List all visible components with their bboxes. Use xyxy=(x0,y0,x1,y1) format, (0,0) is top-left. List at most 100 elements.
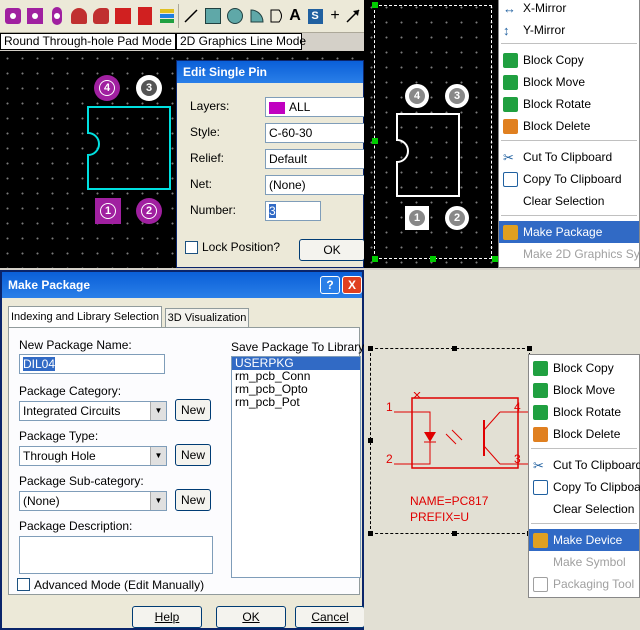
lock-label: Lock Position? xyxy=(202,240,281,254)
menu-item-block-move[interactable]: Block Move xyxy=(499,71,639,93)
scissors-icon: ✂ xyxy=(503,150,514,165)
context-menu-top: ↔ X-Mirror ↕ Y-Mirror Block Copy Block Mov… xyxy=(498,0,640,268)
number-field[interactable]: 3 xyxy=(265,201,321,221)
copy-icon xyxy=(533,480,548,495)
menu-item-block-move[interactable]: Block Move xyxy=(529,379,639,401)
square-smd-icon[interactable] xyxy=(112,5,134,27)
new-category-button[interactable]: New xyxy=(175,399,211,421)
make-package-dialog: Make Package ? X Indexing and Library Se… xyxy=(0,270,368,630)
menu-item-clear-selection[interactable]: Clear Selection xyxy=(499,190,639,212)
ok-button[interactable]: OK xyxy=(299,239,365,261)
package-description-field[interactable] xyxy=(19,536,213,574)
pad-2[interactable]: 2 xyxy=(445,206,469,230)
cancel-button[interactable]: Cancel xyxy=(295,606,365,628)
handle xyxy=(372,2,378,8)
package-outline xyxy=(396,113,460,197)
ok-button[interactable]: OK xyxy=(216,606,286,628)
pad-3[interactable]: 3 xyxy=(136,75,162,101)
help-title-button[interactable]: ? xyxy=(320,276,340,294)
handle xyxy=(452,531,457,536)
tab-indexing[interactable]: Indexing and Library Selection xyxy=(8,306,162,328)
pad-1[interactable]: 1 xyxy=(405,206,429,230)
block-rotate-icon xyxy=(533,405,548,420)
menu-item-block-copy[interactable]: Block Copy xyxy=(499,49,639,71)
circle-icon[interactable] xyxy=(224,5,246,27)
line-icon[interactable] xyxy=(180,5,202,27)
tab-panel: New Package Name: DIL04 Package Category… xyxy=(8,327,368,595)
menu-item-copy[interactable]: Copy To Clipboard xyxy=(529,476,640,498)
make-device-icon xyxy=(533,533,548,548)
menu-item-copy[interactable]: Copy To Clipboard xyxy=(499,168,639,190)
canvas-right[interactable]: 4 3 1 2 xyxy=(364,0,500,268)
pad-2[interactable]: 2 xyxy=(136,198,162,224)
close-button[interactable]: X xyxy=(342,276,362,294)
edit-pin-title: Edit Single Pin xyxy=(177,61,363,83)
smd-pad-icon[interactable] xyxy=(90,5,112,27)
tab-3d-visualization[interactable]: 3D Visualization xyxy=(165,308,249,328)
net-field[interactable]: (None) xyxy=(265,175,365,195)
menu-item-block-rotate[interactable]: Block Rotate xyxy=(499,93,639,115)
advanced-mode-checkbox[interactable] xyxy=(17,578,30,591)
menu-item-make-symbol[interactable]: Make Symbol xyxy=(529,551,639,573)
lock-checkbox[interactable] xyxy=(185,241,198,254)
handle xyxy=(368,531,373,536)
symbol-icon[interactable]: S xyxy=(304,5,326,27)
new-type-button[interactable]: New xyxy=(175,444,211,466)
pin2-label: 2 xyxy=(386,452,393,466)
package-subcategory-select[interactable]: (None) ▼ xyxy=(19,491,167,511)
text-icon[interactable]: A xyxy=(284,5,306,27)
box-icon[interactable] xyxy=(202,5,224,27)
pad-3[interactable]: 3 xyxy=(445,84,469,108)
context-menu-bottom: Block Copy Block Move Block Rotate Block… xyxy=(528,354,640,598)
status-mode: Round Through-hole Pad Mode xyxy=(0,33,176,50)
block-copy-icon xyxy=(503,53,518,68)
menu-item-block-delete[interactable]: Block Delete xyxy=(499,115,639,137)
handle xyxy=(368,438,373,443)
menu-item-clear-selection[interactable]: Clear Selection xyxy=(529,498,639,520)
menu-item-block-copy[interactable]: Block Copy xyxy=(529,357,639,379)
pin1-label: 1 xyxy=(386,400,393,414)
dil-pad-icon[interactable] xyxy=(68,5,90,27)
package-category-label: Package Category: xyxy=(19,384,122,398)
block-delete-icon xyxy=(503,119,518,134)
menu-item-cut[interactable]: ✂ Cut To Clipboard xyxy=(499,146,639,168)
pad-4[interactable]: 4 xyxy=(94,75,120,101)
pad-4[interactable]: 4 xyxy=(405,84,429,108)
style-field[interactable]: C-60-30 xyxy=(265,123,365,143)
stack-icon[interactable] xyxy=(156,5,178,27)
packaging-tool-icon xyxy=(533,577,548,592)
layer-color-swatch xyxy=(269,101,285,114)
copy-icon xyxy=(503,172,518,187)
menu-item-cut[interactable]: ✂ Cut To Clipboard xyxy=(529,454,640,476)
pin3-label: 3 xyxy=(514,452,521,466)
square-pad-icon[interactable] xyxy=(24,5,46,27)
new-subcategory-button[interactable]: New xyxy=(175,489,211,511)
pad-1[interactable]: 1 xyxy=(95,198,121,224)
style-label: Style: xyxy=(190,125,221,139)
menu-item-make-package[interactable]: Make Package xyxy=(499,221,639,243)
handle xyxy=(430,256,436,262)
menu-item-y-mirror[interactable]: ↕ Y-Mirror xyxy=(499,19,639,41)
round-pad-icon[interactable] xyxy=(2,5,24,27)
package-category-select[interactable]: Integrated Circuits ▼ xyxy=(19,401,167,421)
arrow-icon[interactable] xyxy=(342,5,364,27)
layers-field[interactable]: ALL xyxy=(265,97,365,117)
y-mirror-icon: ↕ xyxy=(503,23,510,38)
menu-item-x-mirror[interactable]: ↔ X-Mirror xyxy=(499,0,639,19)
menu-item-packaging-tool[interactable]: Packaging Tool xyxy=(529,573,639,595)
rect-pad-icon[interactable] xyxy=(134,5,156,27)
menu-item-block-rotate[interactable]: Block Rotate xyxy=(529,401,639,423)
oval-pad-icon[interactable] xyxy=(46,5,68,27)
library-item[interactable]: rm_pcb_Pot xyxy=(232,396,360,409)
relief-field[interactable]: Default xyxy=(265,149,365,169)
menu-item-make-2d-graphics[interactable]: Make 2D Graphics Sym xyxy=(499,243,640,265)
menu-item-make-device[interactable]: Make Device xyxy=(529,529,639,551)
relief-label: Relief: xyxy=(190,151,225,165)
menu-item-block-delete[interactable]: Block Delete xyxy=(529,423,639,445)
arc-icon[interactable] xyxy=(246,5,268,27)
help-button[interactable]: Help xyxy=(132,606,202,628)
make-package-icon xyxy=(503,225,518,240)
library-list[interactable]: USERPKG rm_pcb_Conn rm_pcb_Opto rm_pcb_P… xyxy=(231,356,361,578)
package-name-field[interactable]: DIL04 xyxy=(19,354,165,374)
package-type-select[interactable]: Through Hole ▼ xyxy=(19,446,167,466)
